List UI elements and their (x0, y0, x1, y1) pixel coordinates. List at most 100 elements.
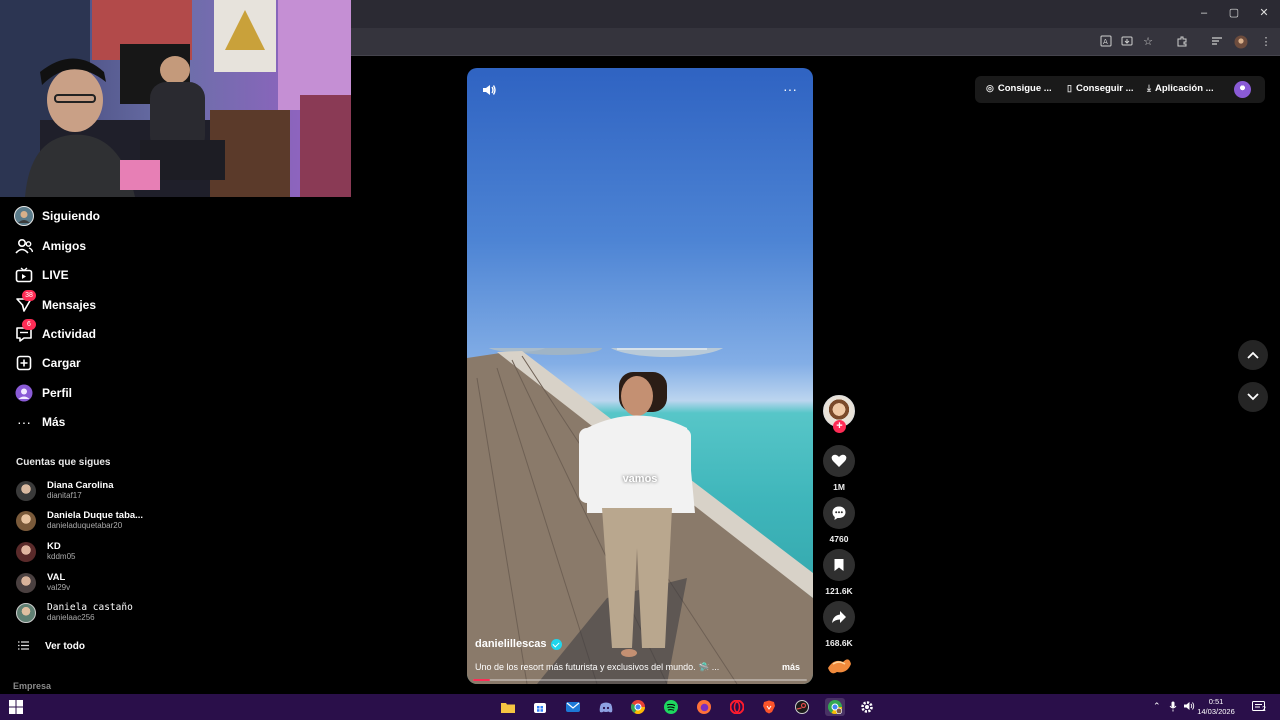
account-handle: val29v (47, 583, 71, 592)
coin-icon: ◎ (986, 83, 994, 93)
bookmark-icon (834, 559, 844, 571)
sidebar-item-label: Amigos (42, 239, 87, 253)
tray-chevron-up-icon[interactable]: ⌃ (1153, 701, 1161, 712)
sidebar-item-following[interactable]: Siguiendo (14, 204, 100, 228)
sidebar-item-label: Cargar (42, 356, 81, 370)
mail-icon[interactable] (563, 698, 583, 716)
microphone-icon[interactable] (1169, 701, 1177, 714)
store-icon[interactable] (530, 698, 550, 716)
file-explorer-icon[interactable] (498, 698, 518, 716)
sidebar-item-upload[interactable]: Cargar (14, 351, 81, 375)
download-app-button[interactable]: ⤓ Aplicación ... (1147, 83, 1214, 94)
sidebar-item-more[interactable]: ··· Más (14, 410, 65, 434)
sidebar: Siguiendo Amigos LIVE 38 Mensajes 6 Acti… (0, 197, 160, 695)
sidebar-item-friends[interactable]: Amigos (14, 234, 86, 258)
previous-video-button[interactable] (1238, 340, 1268, 370)
volume-icon[interactable] (481, 82, 497, 98)
followed-account-item[interactable]: Daniela Duque taba... danieladuquetabar2… (16, 508, 143, 534)
save-button[interactable] (823, 549, 855, 581)
like-count: 1M (833, 482, 845, 492)
followed-account-item[interactable]: Daniela castaño danielaac256 (16, 600, 133, 626)
messages-badge: 38 (22, 290, 36, 301)
reading-list-icon[interactable] (1209, 35, 1225, 49)
comment-count: 4760 (829, 534, 849, 544)
opera-icon[interactable] (727, 698, 747, 716)
firefox-icon[interactable] (694, 698, 714, 716)
account-handle: danielaac256 (47, 613, 95, 622)
extensions-icon[interactable] (1174, 35, 1190, 49)
list-icon (18, 637, 29, 655)
share-button[interactable] (823, 601, 855, 633)
install-app-icon[interactable] (1119, 35, 1135, 49)
account-name: VAL (47, 572, 66, 583)
music-disc-icon[interactable] (825, 652, 853, 680)
account-handle: kddm05 (47, 552, 76, 561)
system-clock[interactable]: 0:51 14/03/2026 (1196, 697, 1236, 717)
webcam-overlay (0, 0, 351, 197)
discord-icon[interactable] (596, 698, 616, 716)
download-icon: ⤓ (1147, 83, 1151, 93)
save-count: 121.6K (825, 586, 853, 596)
like-button[interactable] (823, 445, 855, 477)
chrome-profile-icon[interactable] (825, 698, 845, 716)
minimize-button[interactable]: – (1192, 4, 1216, 22)
spotify-icon[interactable] (661, 698, 681, 716)
video-progress-fill (473, 679, 490, 681)
avatar (16, 573, 36, 593)
see-all-button[interactable]: Ver todo (18, 637, 85, 655)
video-frame (467, 348, 813, 684)
live-icon (14, 265, 34, 285)
brave-icon[interactable] (759, 698, 779, 716)
heart-icon (831, 454, 847, 467)
video-player[interactable]: vamos ··· danielillescas Uno de los reso… (467, 68, 813, 684)
steam-recorder-icon[interactable] (792, 698, 812, 716)
clock-time: 0:51 (1208, 697, 1224, 706)
account-name: Daniela Duque taba... (47, 510, 144, 521)
share-arrow-icon (832, 611, 846, 623)
sidebar-item-label: Más (42, 415, 66, 429)
sidebar-item-label: Mensajes (42, 298, 97, 312)
sidebar-item-messages[interactable]: 38 Mensajes (14, 290, 97, 317)
comment-button[interactable] (823, 497, 855, 529)
sidebar-item-activity[interactable]: 6 Actividad (14, 319, 96, 346)
url-input[interactable] (356, 31, 1096, 53)
settings-gear-icon[interactable] (857, 698, 877, 716)
follow-plus-icon[interactable]: + (833, 420, 846, 433)
followed-account-item[interactable]: VAL val29v (16, 570, 70, 596)
sidebar-item-profile[interactable]: Perfil (14, 381, 72, 405)
sidebar-item-label: Siguiendo (42, 209, 100, 223)
download-app-label: Aplicación ... (1154, 83, 1214, 94)
get-app-button[interactable]: ▯ Conseguir ... (1067, 83, 1134, 94)
video-progress-bar[interactable] (473, 679, 807, 681)
followed-account-item[interactable]: KD kddm05 (16, 539, 75, 565)
next-video-button[interactable] (1238, 382, 1268, 412)
browser-menu-icon[interactable]: ⋮ (1258, 35, 1274, 49)
translate-icon[interactable]: A (1098, 35, 1114, 49)
activity-icon: 6 (14, 319, 36, 344)
description-more-link[interactable]: más (782, 662, 800, 672)
phone-icon: ▯ (1067, 83, 1072, 93)
avatar (16, 603, 36, 623)
maximize-button[interactable]: ▢ (1222, 4, 1246, 22)
get-coins-label: Consigue ... (997, 83, 1052, 94)
account-name: Diana Carolina (47, 480, 114, 491)
windows-start-icon[interactable] (9, 700, 23, 714)
video-options-icon[interactable]: ··· (783, 81, 797, 97)
video-caption-word: vamos (622, 473, 658, 485)
close-window-button[interactable]: ✕ (1252, 4, 1276, 22)
notification-count: 2 (1262, 706, 1266, 713)
account-name: Daniela castaño (47, 602, 133, 613)
bookmark-star-icon[interactable]: ☆ (1140, 35, 1156, 49)
activity-badge: 6 (22, 319, 36, 330)
speaker-icon[interactable] (1183, 701, 1195, 713)
chevron-up-icon (1247, 351, 1259, 359)
get-coins-button[interactable]: ◎ Consigue ... (986, 83, 1052, 94)
user-avatar[interactable] (1234, 81, 1251, 98)
browser-profile-avatar[interactable] (1233, 35, 1249, 49)
footer-company-link[interactable]: Empresa (13, 681, 51, 691)
chrome-icon[interactable] (628, 698, 648, 716)
video-author[interactable]: danielillescas (475, 638, 562, 650)
account-handle: danieladuquetabar20 (47, 521, 123, 530)
followed-account-item[interactable]: Diana Carolina dianitaf17 (16, 478, 114, 504)
sidebar-item-live[interactable]: LIVE (14, 263, 69, 287)
